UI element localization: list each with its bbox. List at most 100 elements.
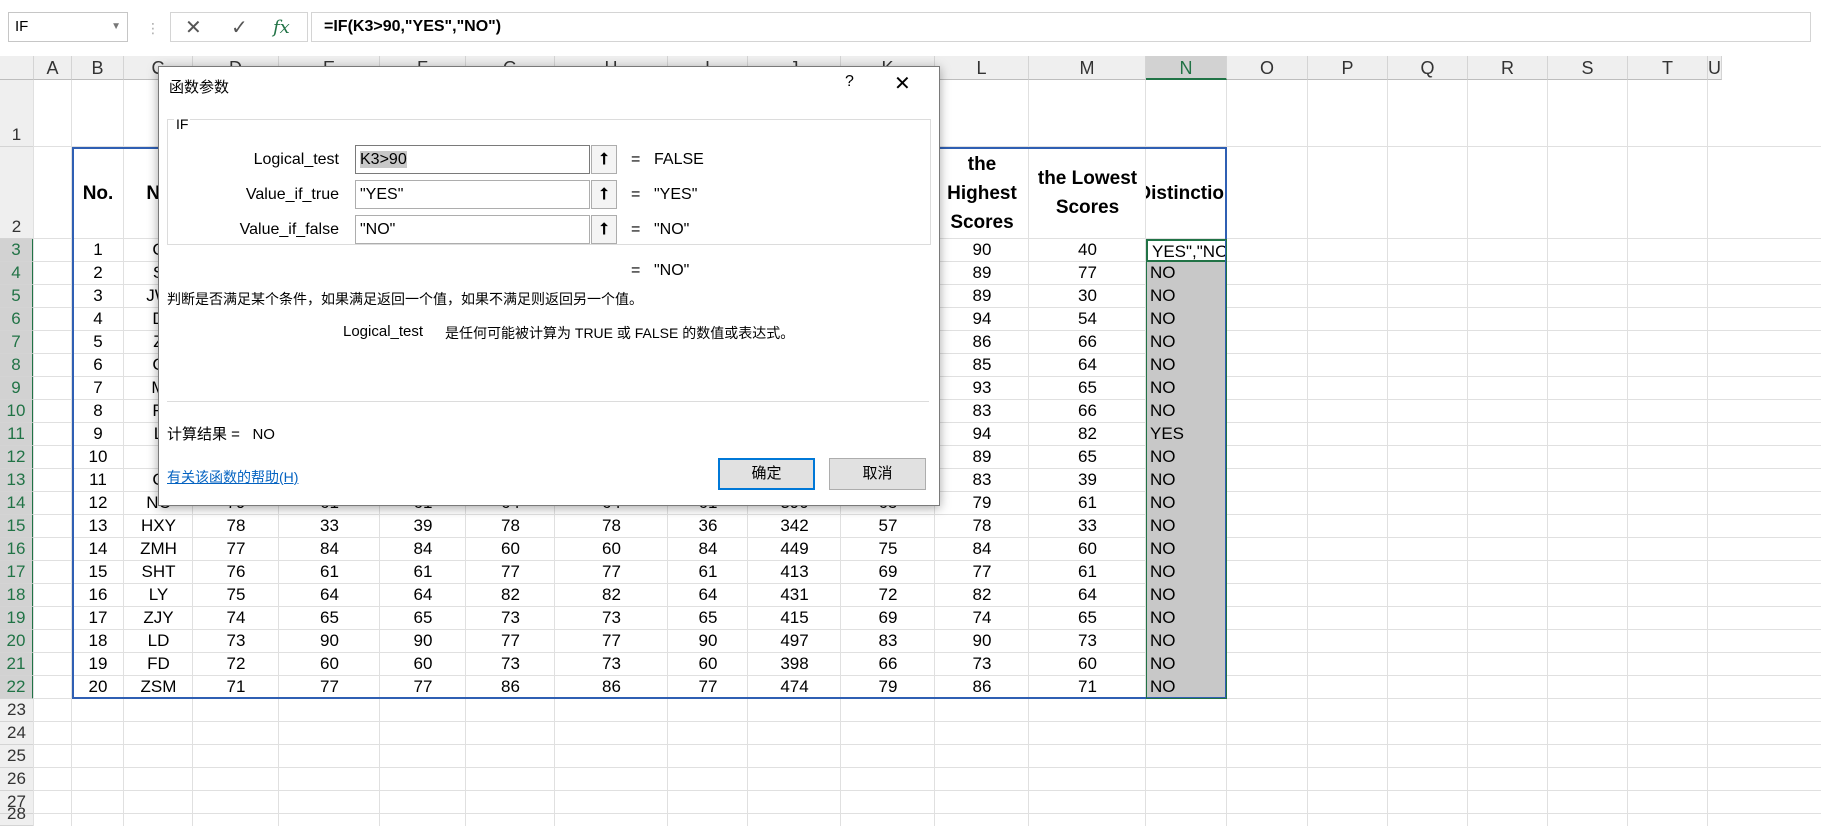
cell-n-row-13[interactable]: NO	[1146, 469, 1227, 492]
cell-l-row-18[interactable]: 82	[935, 584, 1029, 607]
cell-no-row-18[interactable]: 16	[72, 584, 124, 607]
cell-m-row-3[interactable]: 40	[1029, 239, 1146, 262]
cell-m-row-4[interactable]: 77	[1029, 262, 1146, 285]
cell-i-row-16[interactable]: 84	[668, 538, 748, 561]
cell-no-row-12[interactable]: 10	[72, 446, 124, 469]
cell-h-row-21[interactable]: 73	[555, 653, 668, 676]
column-header-o[interactable]: O	[1227, 56, 1308, 80]
cell-e-row-15[interactable]: 33	[279, 515, 380, 538]
row-header-17[interactable]: 17	[0, 561, 34, 584]
cell-m-row-16[interactable]: 60	[1029, 538, 1146, 561]
row-header-9[interactable]: 9	[0, 377, 34, 400]
row-header-2[interactable]: 2	[0, 147, 34, 239]
cell-l-row-5[interactable]: 89	[935, 285, 1029, 308]
cell-l-row-3[interactable]: 90	[935, 239, 1029, 262]
column-header-r[interactable]: R	[1468, 56, 1548, 80]
cell-j-row-21[interactable]: 398	[748, 653, 841, 676]
cell-no-row-6[interactable]: 4	[72, 308, 124, 331]
cell-g-row-20[interactable]: 77	[466, 630, 555, 653]
cell-d-row-19[interactable]: 74	[193, 607, 279, 630]
row-header-19[interactable]: 19	[0, 607, 34, 630]
cell-j-row-22[interactable]: 474	[748, 676, 841, 699]
cell-f-row-16[interactable]: 84	[380, 538, 466, 561]
cell-n-row-8[interactable]: NO	[1146, 354, 1227, 377]
header-highest[interactable]: the Highest Scores	[935, 147, 1029, 239]
cell-no-row-20[interactable]: 18	[72, 630, 124, 653]
cell-name-row-18[interactable]: LY	[124, 584, 193, 607]
header-lowest[interactable]: the Lowest Scores	[1029, 147, 1146, 239]
cell-d-row-18[interactable]: 75	[193, 584, 279, 607]
cell-g-row-18[interactable]: 82	[466, 584, 555, 607]
cell-name-row-19[interactable]: ZJY	[124, 607, 193, 630]
arg-input-logical-test[interactable]: K3>90	[355, 145, 590, 174]
cell-n-row-9[interactable]: NO	[1146, 377, 1227, 400]
row-header-5[interactable]: 5	[0, 285, 34, 308]
cell-l-row-14[interactable]: 79	[935, 492, 1029, 515]
cell-d-row-16[interactable]: 77	[193, 538, 279, 561]
row-header-24[interactable]: 24	[0, 722, 34, 745]
cell-i-row-18[interactable]: 64	[668, 584, 748, 607]
enter-icon[interactable]: ✓	[231, 15, 248, 40]
cell-e-row-16[interactable]: 84	[279, 538, 380, 561]
cell-j-row-16[interactable]: 449	[748, 538, 841, 561]
column-header-b[interactable]: B	[72, 56, 124, 80]
column-header-p[interactable]: P	[1308, 56, 1388, 80]
cell-n-row-17[interactable]: NO	[1146, 561, 1227, 584]
cell-l-row-17[interactable]: 77	[935, 561, 1029, 584]
cell-f-row-22[interactable]: 77	[380, 676, 466, 699]
cell-l-row-10[interactable]: 83	[935, 400, 1029, 423]
row-header-16[interactable]: 16	[0, 538, 34, 561]
cell-i-row-22[interactable]: 77	[668, 676, 748, 699]
cell-m-row-5[interactable]: 30	[1029, 285, 1146, 308]
cell-d-row-22[interactable]: 71	[193, 676, 279, 699]
row-header-23[interactable]: 23	[0, 699, 34, 722]
cell-n-row-16[interactable]: NO	[1146, 538, 1227, 561]
ok-button[interactable]: 确定	[718, 458, 815, 490]
cell-f-row-18[interactable]: 64	[380, 584, 466, 607]
cancel-icon[interactable]: ✕	[185, 15, 202, 40]
cell-no-row-10[interactable]: 8	[72, 400, 124, 423]
cell-n-row-7[interactable]: NO	[1146, 331, 1227, 354]
cell-m-row-19[interactable]: 65	[1029, 607, 1146, 630]
cell-h-row-19[interactable]: 73	[555, 607, 668, 630]
cell-no-row-19[interactable]: 17	[72, 607, 124, 630]
cell-l-row-12[interactable]: 89	[935, 446, 1029, 469]
row-header-7[interactable]: 7	[0, 331, 34, 354]
cell-f-row-21[interactable]: 60	[380, 653, 466, 676]
drag-handle-icon[interactable]: ⋮	[146, 20, 160, 37]
cancel-button[interactable]: 取消	[829, 458, 926, 490]
cell-j-row-18[interactable]: 431	[748, 584, 841, 607]
row-header-1[interactable]: 1	[0, 80, 34, 147]
cell-h-row-18[interactable]: 82	[555, 584, 668, 607]
cell-f-row-17[interactable]: 61	[380, 561, 466, 584]
cell-h-row-20[interactable]: 77	[555, 630, 668, 653]
cell-g-row-16[interactable]: 60	[466, 538, 555, 561]
cell-m-row-17[interactable]: 61	[1029, 561, 1146, 584]
row-header-22[interactable]: 22	[0, 676, 34, 699]
cell-name-row-15[interactable]: HXY	[124, 515, 193, 538]
cell-l-row-4[interactable]: 89	[935, 262, 1029, 285]
cell-h-row-16[interactable]: 60	[555, 538, 668, 561]
row-header-18[interactable]: 18	[0, 584, 34, 607]
row-header-3[interactable]: 3	[0, 239, 34, 262]
cell-f-row-19[interactable]: 65	[380, 607, 466, 630]
cell-no-row-14[interactable]: 12	[72, 492, 124, 515]
cell-k-row-21[interactable]: 66	[841, 653, 935, 676]
cell-name-row-22[interactable]: ZSM	[124, 676, 193, 699]
cell-j-row-19[interactable]: 415	[748, 607, 841, 630]
cell-m-row-11[interactable]: 82	[1029, 423, 1146, 446]
close-icon[interactable]: ✕	[894, 71, 911, 96]
cell-n-row-14[interactable]: NO	[1146, 492, 1227, 515]
arg-input-value-if-true[interactable]: "YES"	[355, 180, 590, 209]
row-header-20[interactable]: 20	[0, 630, 34, 653]
row-header-25[interactable]: 25	[0, 745, 34, 768]
cell-no-row-16[interactable]: 14	[72, 538, 124, 561]
cell-m-row-21[interactable]: 60	[1029, 653, 1146, 676]
cell-l-row-20[interactable]: 90	[935, 630, 1029, 653]
cell-l-row-7[interactable]: 86	[935, 331, 1029, 354]
name-box[interactable]: IF ▼	[8, 12, 128, 42]
column-header-n[interactable]: N	[1146, 56, 1227, 80]
cell-i-row-15[interactable]: 36	[668, 515, 748, 538]
row-header-10[interactable]: 10	[0, 400, 34, 423]
cell-name-row-17[interactable]: SHT	[124, 561, 193, 584]
